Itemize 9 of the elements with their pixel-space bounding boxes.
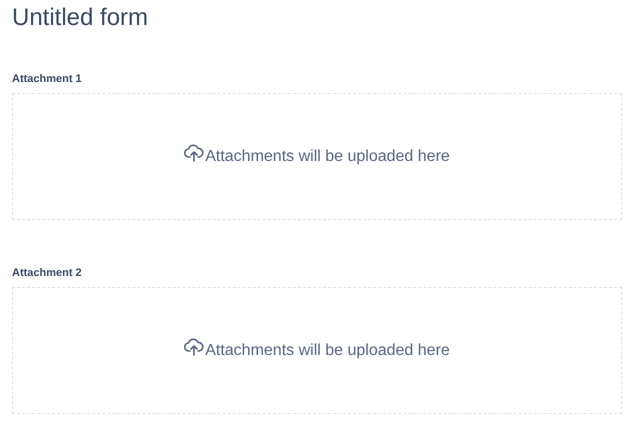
cloud-upload-icon: [184, 144, 204, 162]
field-label: Attachment 2: [12, 267, 83, 280]
upload-hint: Attachments will be uploaded here: [205, 342, 450, 360]
upload-dropzone[interactable]: Attachments will be uploaded here: [12, 93, 622, 220]
upload-hint: Attachments will be uploaded here: [205, 148, 450, 166]
field-label: Attachment 1: [12, 73, 83, 86]
cloud-upload-icon: [184, 338, 204, 356]
form-title: Untitled form: [12, 3, 150, 33]
upload-dropzone[interactable]: Attachments will be uploaded here: [12, 287, 622, 414]
